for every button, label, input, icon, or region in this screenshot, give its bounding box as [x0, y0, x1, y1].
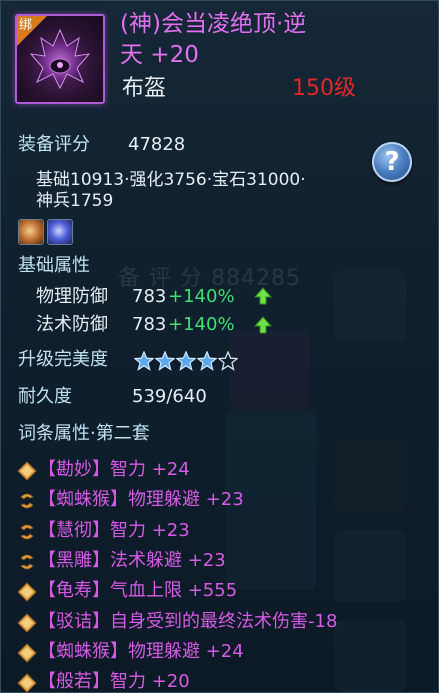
affix-effect: 智力 +24: [110, 459, 190, 480]
durability-label: 耐久度: [18, 386, 72, 407]
background-slot: [334, 620, 406, 692]
upgrade-label: 升级完美度: [18, 349, 108, 370]
star-empty-icon: [217, 350, 239, 371]
up-arrow-icon: [254, 287, 272, 305]
score-breakdown-line2: 神兵1759: [36, 191, 114, 211]
up-arrow-icon: [254, 316, 272, 334]
affix-tag: 【驳诘】: [38, 611, 110, 632]
item-type: 布盔: [122, 76, 167, 101]
affix-effect: 物理躲避 +23: [128, 489, 244, 510]
affix-row: 【龟寿】气血上限 +555: [38, 582, 237, 600]
swirl-icon: [20, 524, 34, 540]
background-slot: [334, 530, 406, 602]
gem-slot-2[interactable]: [47, 219, 73, 245]
background-slot: [230, 330, 310, 410]
gem-slot-1[interactable]: [18, 219, 44, 245]
affix-row: 【蜘蛛猴】物理躲避 +23: [38, 491, 244, 509]
item-icon: 绑: [15, 14, 105, 104]
swirl-icon: [20, 493, 34, 509]
star-filled-icon: [196, 350, 218, 371]
item-level: 150级: [292, 76, 356, 101]
affix-effect: 法术躲避 +23: [110, 550, 226, 571]
background-slot: [334, 440, 406, 512]
affix-row: 【蜘蛛猴】物理躲避 +24: [38, 643, 244, 661]
affix-effect: 智力 +23: [110, 520, 190, 541]
attr-bonus-physical-defense: +140%: [168, 286, 235, 307]
score-breakdown-line1: 基础10913·强化3756·宝石31000·: [36, 170, 306, 190]
diamond-icon: [17, 643, 37, 663]
affix-effect: 自身受到的最终法术伤害-18: [110, 611, 338, 632]
affix-row: 【驳诘】自身受到的最终法术伤害-18: [38, 613, 337, 631]
item-name-line2: 天 +20: [120, 42, 199, 68]
diamond-icon: [17, 461, 37, 481]
diamond-icon: [17, 673, 37, 693]
item-name-line1: (神)会当凌绝顶·逆: [120, 11, 307, 37]
affix-effect: 物理躲避 +24: [128, 641, 244, 662]
attr-value-physical-defense: 783: [132, 286, 167, 307]
affixes-title: 词条属性·第二套: [18, 423, 150, 444]
durability-value: 539/640: [132, 386, 207, 407]
upgrade-stars: [133, 350, 239, 375]
score-label: 装备评分: [18, 134, 90, 155]
affix-tag: 【龟寿】: [38, 580, 110, 601]
swirl-icon: [20, 554, 34, 570]
star-filled-icon: [175, 350, 197, 371]
affix-row: 【般若】智力 +20: [38, 673, 190, 691]
affix-tag: 【蜘蛛猴】: [38, 489, 128, 510]
affix-tag: 【慧彻】: [38, 520, 110, 541]
diamond-icon: [17, 613, 37, 633]
affix-row: 【勘妙】智力 +24: [38, 461, 190, 479]
diamond-icon: [17, 582, 37, 602]
attr-bonus-magic-defense: +140%: [168, 314, 235, 335]
star-filled-icon: [154, 350, 176, 371]
star-filled-icon: [133, 350, 155, 371]
affix-tag: 【蜘蛛猴】: [38, 641, 128, 662]
help-button[interactable]: ?: [372, 142, 412, 182]
affix-tag: 【般若】: [38, 671, 110, 692]
affix-tag: 【勘妙】: [38, 459, 110, 480]
attr-value-magic-defense: 783: [132, 314, 167, 335]
item-tooltip: 备 评 分 884285 绑 (神)会当凌绝顶·逆 天 +20 布盔 150级 …: [0, 0, 439, 693]
attr-name-magic-defense: 法术防御: [36, 314, 108, 335]
affix-effect: 气血上限 +555: [110, 580, 238, 601]
affix-effect: 智力 +20: [110, 671, 190, 692]
affix-row: 【黑雕】法术躲避 +23: [38, 552, 226, 570]
affix-tag: 【黑雕】: [38, 550, 110, 571]
bind-badge-label: 绑: [19, 18, 33, 33]
base-attrs-title: 基础属性: [18, 255, 90, 276]
background-slot: [334, 270, 406, 342]
affix-row: 【慧彻】智力 +23: [38, 522, 190, 540]
attr-name-physical-defense: 物理防御: [36, 286, 108, 307]
score-value: 47828: [128, 134, 186, 155]
